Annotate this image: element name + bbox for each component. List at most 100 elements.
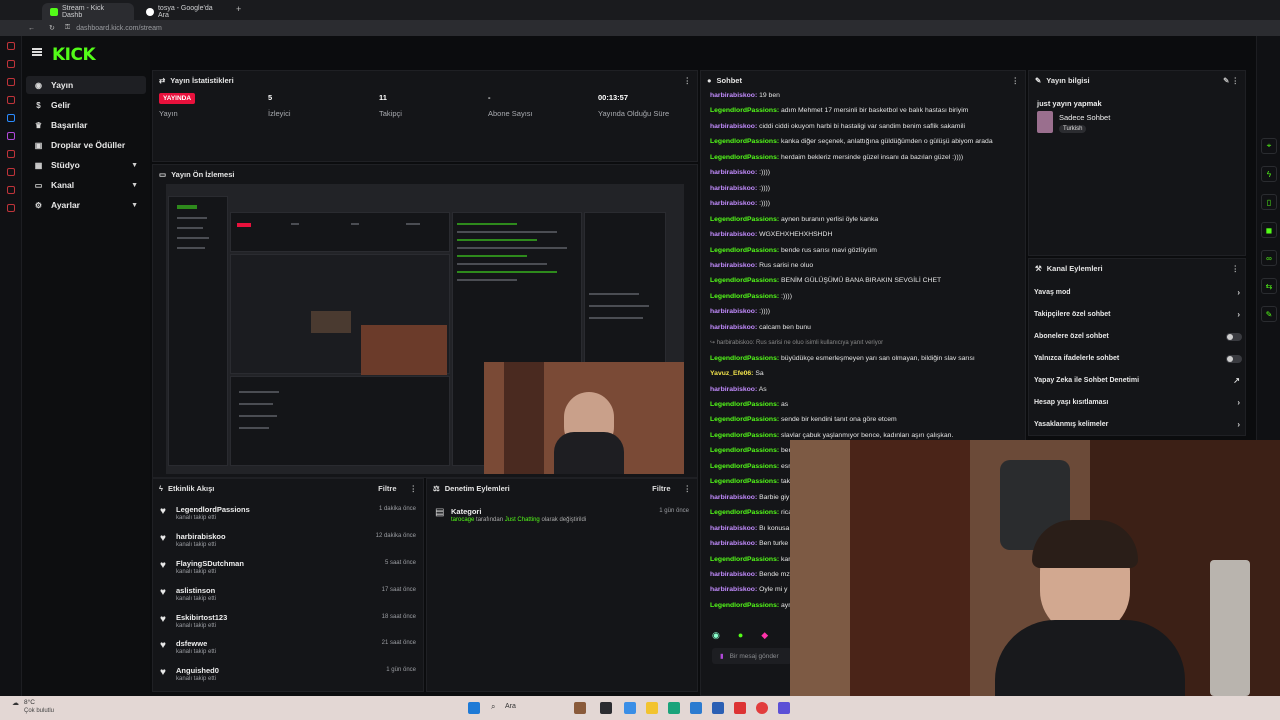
sidebar-item-ayarlar[interactable]: ⚙ Ayarlar ▼	[26, 196, 146, 214]
mod-category[interactable]: Just Chatting	[505, 517, 540, 523]
chat-username[interactable]: harbirabiskoo:	[710, 308, 757, 315]
chat-username[interactable]: harbirabiskoo:	[710, 92, 757, 99]
stream-preview-video[interactable]	[166, 184, 684, 474]
taskbar-app-icon[interactable]	[756, 702, 768, 714]
taskbar-app-icon[interactable]	[646, 702, 658, 714]
strip-icon[interactable]	[7, 42, 15, 50]
taskbar-app-icon[interactable]	[668, 702, 680, 714]
chat-username[interactable]: harbirabiskoo:	[710, 586, 757, 593]
follower-name[interactable]: LegendlordPassions	[176, 505, 250, 514]
quick-action-icon[interactable]: ∞	[1261, 250, 1277, 266]
chat-username[interactable]: harbirabiskoo:	[710, 262, 757, 269]
emote-icon[interactable]: ●	[738, 630, 743, 642]
taskbar-app-icon[interactable]	[600, 702, 612, 714]
chat-username[interactable]: LegendlordPassions:	[710, 556, 779, 563]
sidebar-item-gelir[interactable]: $ Gelir	[26, 96, 146, 114]
more-options-icon[interactable]: ⋮	[684, 484, 692, 493]
strip-icon[interactable]	[7, 96, 15, 104]
chat-username[interactable]: LegendlordPassions:	[710, 247, 779, 254]
kick-logo[interactable]: KICK	[52, 45, 96, 65]
channel-action-followers-only[interactable]: Takipçilere özel sohbet ›	[1034, 310, 1244, 319]
chat-username[interactable]: LegendlordPassions:	[710, 154, 779, 161]
back-icon[interactable]: ←	[28, 25, 35, 32]
quick-action-icon[interactable]: ϟ	[1261, 166, 1277, 182]
more-options-icon[interactable]: ⋮	[1012, 76, 1020, 85]
chat-username[interactable]: harbirabiskoo:	[710, 185, 757, 192]
chat-username[interactable]: harbirabiskoo:	[710, 571, 757, 578]
chat-username[interactable]: LegendlordPassions:	[710, 355, 779, 362]
strip-icon[interactable]	[7, 150, 15, 158]
strip-icon[interactable]	[7, 168, 15, 176]
taskbar-app-icon[interactable]	[690, 702, 702, 714]
quick-action-icon[interactable]: ◼	[1261, 222, 1277, 238]
channel-action-banned-words[interactable]: Yasaklanmış kelimeler ›	[1034, 420, 1244, 429]
sidebar-item-kanal[interactable]: ▭ Kanal ▼	[26, 176, 146, 194]
subscribers-only-toggle[interactable]	[1226, 332, 1242, 341]
browser-tab-kick[interactable]: Stream - Kick Dashb	[42, 3, 134, 20]
chat-username[interactable]: harbirabiskoo:	[710, 525, 757, 532]
chat-username[interactable]: LegendlordPassions:	[710, 216, 779, 223]
chat-username[interactable]: LegendlordPassions:	[710, 416, 779, 423]
chat-username[interactable]: LegendlordPassions:	[710, 401, 779, 408]
stream-category[interactable]: Sadece Sohbet	[1059, 113, 1110, 122]
chat-username[interactable]: harbirabiskoo:	[710, 123, 757, 130]
quick-action-icon[interactable]: ⇆	[1261, 278, 1277, 294]
new-tab-button[interactable]: +	[236, 4, 241, 14]
chat-input[interactable]: ▮ Bir mesaj gönder	[712, 648, 792, 664]
emotes-only-toggle[interactable]	[1226, 354, 1242, 363]
more-options-icon[interactable]: ⋮	[684, 76, 692, 85]
strip-icon[interactable]	[7, 132, 15, 140]
channel-action-slow-mode[interactable]: Yavaş mod ›	[1034, 288, 1244, 297]
windows-start-icon[interactable]	[468, 702, 480, 714]
chat-username[interactable]: LegendlordPassions:	[710, 447, 779, 454]
taskbar-app-icon[interactable]	[778, 702, 790, 714]
follower-name[interactable]: Eskibirtost123	[176, 613, 227, 622]
mod-user[interactable]: tarocage	[451, 517, 474, 523]
follower-name[interactable]: harbirabiskoo	[176, 532, 226, 541]
chat-username[interactable]: harbirabiskoo:	[710, 324, 757, 331]
hamburger-menu-icon[interactable]	[32, 48, 42, 56]
filter-button[interactable]: Filtre	[378, 484, 396, 493]
strip-icon[interactable]	[7, 186, 15, 194]
url-text[interactable]: dashboard.kick.com/stream	[76, 25, 162, 32]
channel-action-ai-moderation[interactable]: Yapay Zeka ile Sohbet Denetimi ↗	[1034, 376, 1244, 385]
follower-name[interactable]: aslistinson	[176, 586, 215, 595]
emote-icon[interactable]: ◆	[761, 630, 768, 642]
quick-action-icon[interactable]: ✎	[1261, 306, 1277, 322]
chat-username[interactable]: harbirabiskoo:	[710, 386, 757, 393]
chat-username[interactable]: LegendlordPassions:	[710, 107, 779, 114]
sidebar-item-studyo[interactable]: ▦ Stüdyo ▼	[26, 156, 146, 174]
chat-username[interactable]: harbirabiskoo:	[710, 494, 757, 501]
strip-icon[interactable]	[7, 114, 15, 122]
channel-action-account-age[interactable]: Hesap yaşı kısıtlaması ›	[1034, 398, 1244, 407]
chat-username[interactable]: harbirabiskoo:	[710, 231, 757, 238]
more-options-icon[interactable]: ⋮	[410, 484, 418, 493]
follower-name[interactable]: Anguished0	[176, 666, 219, 675]
edit-icon[interactable]: ✎ ⋮	[1223, 76, 1239, 85]
chat-username[interactable]: Yavuz_Efe06:	[710, 370, 753, 377]
chat-username[interactable]: harbirabiskoo:	[710, 200, 757, 207]
strip-icon[interactable]	[7, 60, 15, 68]
quick-action-icon[interactable]: ⌖	[1261, 138, 1277, 154]
browser-tab-google[interactable]: tosya - Google'da Ara	[138, 3, 233, 20]
search-icon[interactable]: ⌕	[491, 702, 495, 712]
taskbar-app-icon[interactable]	[734, 702, 746, 714]
chat-username[interactable]: LegendlordPassions:	[710, 509, 779, 516]
taskbar-app-icon[interactable]	[712, 702, 724, 714]
chat-username[interactable]: LegendlordPassions:	[710, 293, 779, 300]
taskbar-app-icon[interactable]	[624, 702, 636, 714]
chat-username[interactable]: LegendlordPassions:	[710, 463, 779, 470]
chat-username[interactable]: harbirabiskoo:	[710, 169, 757, 176]
strip-icon[interactable]	[7, 78, 15, 86]
chat-username[interactable]: LegendlordPassions:	[710, 602, 779, 609]
taskbar-app-icon[interactable]	[574, 702, 586, 714]
chat-username[interactable]: LegendlordPassions:	[710, 277, 779, 284]
quick-action-icon[interactable]: ▯	[1261, 194, 1277, 210]
filter-button[interactable]: Filtre	[652, 484, 670, 493]
follower-name[interactable]: FlayingSDutchman	[176, 559, 244, 568]
chat-username[interactable]: LegendlordPassions:	[710, 138, 779, 145]
more-options-icon[interactable]: ⋮	[1232, 264, 1240, 273]
sidebar-item-yayin[interactable]: ◉ Yayın	[26, 76, 146, 94]
chat-username[interactable]: LegendlordPassions:	[710, 478, 779, 485]
emote-icon[interactable]: ◉	[712, 630, 720, 642]
